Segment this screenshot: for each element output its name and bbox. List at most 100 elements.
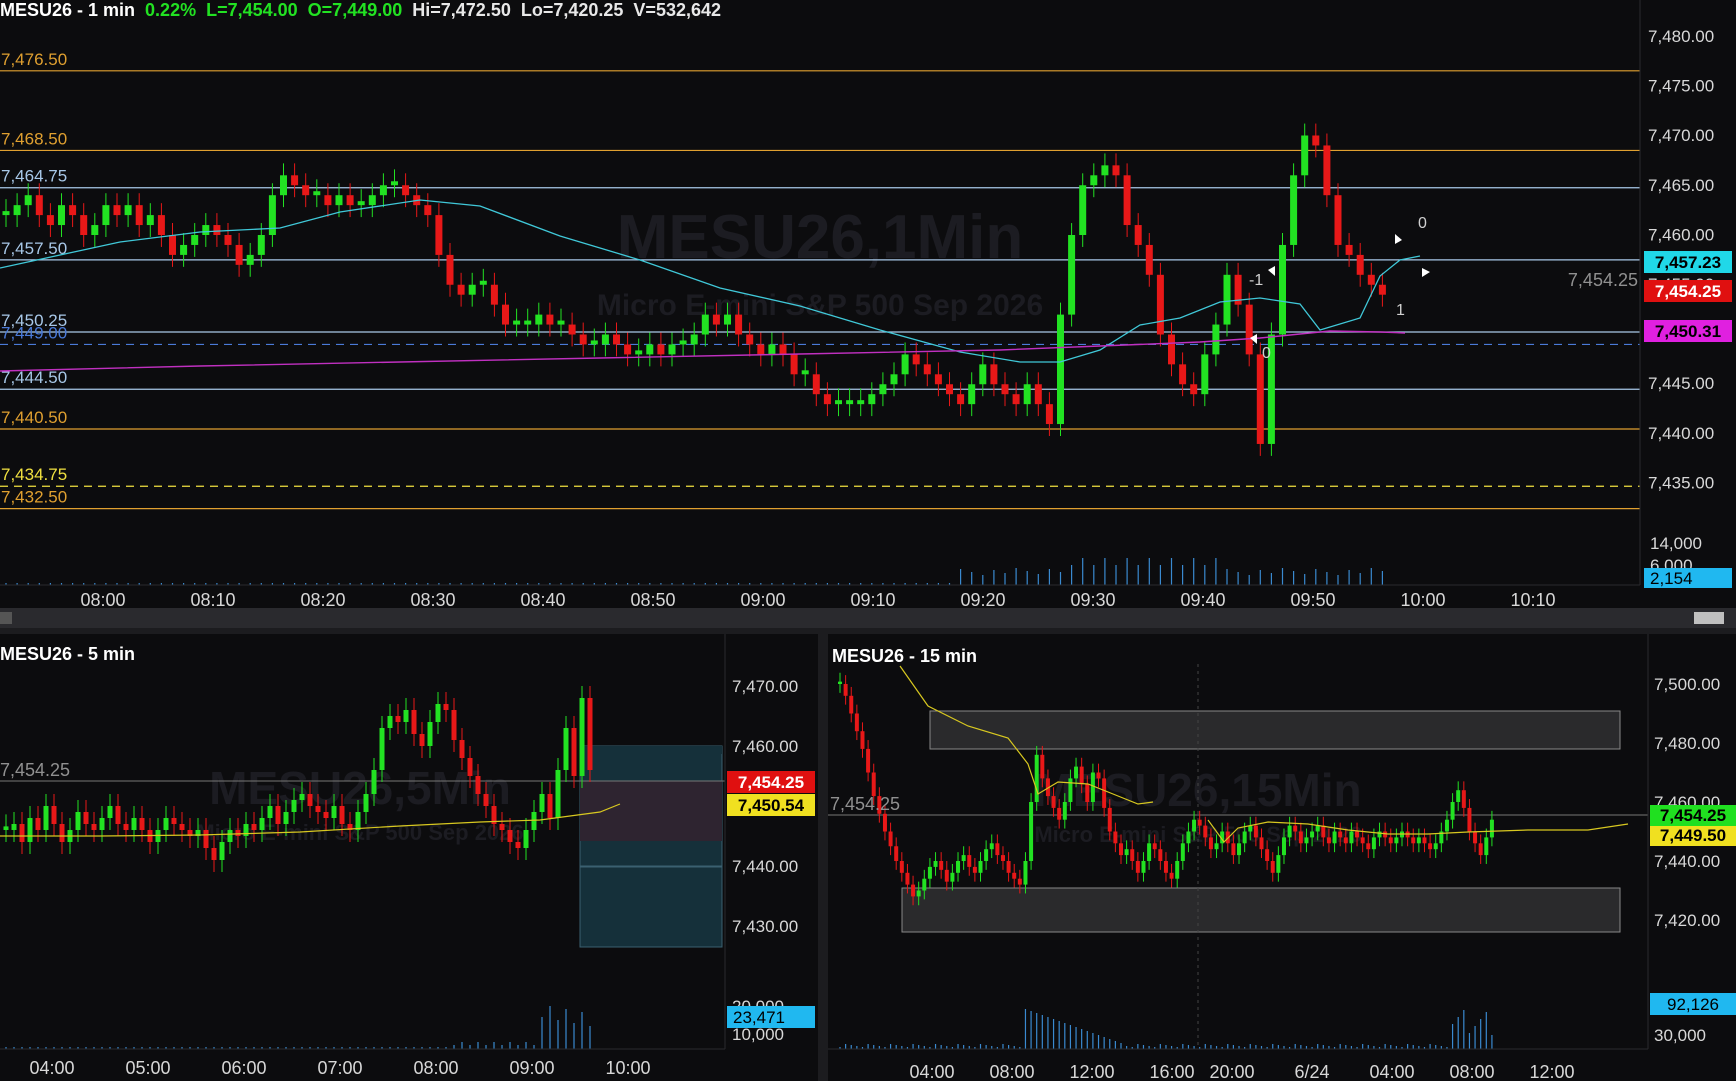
- candle[interactable]: [1000, 855, 1005, 861]
- candle[interactable]: [1411, 837, 1416, 844]
- candle[interactable]: [1332, 831, 1337, 844]
- candle[interactable]: [916, 890, 921, 897]
- candle[interactable]: [911, 884, 916, 897]
- candle[interactable]: [13, 205, 21, 216]
- candle[interactable]: [146, 215, 154, 226]
- candle[interactable]: [479, 280, 487, 285]
- candle[interactable]: [1290, 175, 1298, 245]
- candle[interactable]: [1023, 861, 1028, 885]
- candle[interactable]: [835, 400, 842, 405]
- candle[interactable]: [846, 400, 854, 405]
- demand-zone[interactable]: [901, 887, 1621, 933]
- candle[interactable]: [899, 861, 904, 873]
- candle[interactable]: [131, 818, 137, 830]
- candle[interactable]: [823, 394, 831, 405]
- candle[interactable]: [1444, 819, 1449, 832]
- candle[interactable]: [123, 824, 129, 830]
- candle[interactable]: [1085, 784, 1090, 802]
- candle[interactable]: [1371, 837, 1376, 850]
- candle[interactable]: [113, 205, 121, 216]
- candle[interactable]: [368, 195, 376, 206]
- candle[interactable]: [1242, 831, 1247, 844]
- candle[interactable]: [211, 848, 217, 860]
- candle[interactable]: [1107, 807, 1112, 832]
- candle[interactable]: [1034, 384, 1042, 405]
- candle[interactable]: [1367, 274, 1375, 285]
- candle[interactable]: [203, 830, 209, 848]
- candle[interactable]: [1293, 825, 1298, 832]
- candle[interactable]: [905, 872, 910, 885]
- candle[interactable]: [1323, 145, 1331, 196]
- candle[interactable]: [1326, 837, 1331, 844]
- candle[interactable]: [539, 794, 545, 812]
- candle[interactable]: [283, 812, 289, 824]
- candle[interactable]: [882, 813, 887, 832]
- candle[interactable]: [1096, 772, 1101, 779]
- candle[interactable]: [357, 201, 365, 206]
- candle[interactable]: [213, 225, 221, 235]
- candle[interactable]: [202, 225, 210, 235]
- candle[interactable]: [424, 205, 432, 216]
- candle[interactable]: [779, 344, 787, 355]
- candle[interactable]: [1422, 837, 1427, 844]
- candle[interactable]: [1040, 754, 1045, 779]
- candle[interactable]: [1315, 825, 1320, 832]
- candle[interactable]: [275, 806, 281, 824]
- candle[interactable]: [1123, 175, 1131, 226]
- candle[interactable]: [646, 344, 654, 355]
- candle[interactable]: [946, 384, 953, 395]
- candle[interactable]: [1245, 304, 1253, 355]
- candle[interactable]: [1248, 825, 1253, 832]
- candle[interactable]: [1304, 837, 1309, 844]
- candle[interactable]: [635, 350, 643, 355]
- candle[interactable]: [968, 384, 976, 405]
- candle[interactable]: [1175, 861, 1180, 879]
- candle[interactable]: [69, 205, 77, 216]
- candle[interactable]: [587, 698, 593, 770]
- candle[interactable]: [315, 806, 321, 812]
- candle[interactable]: [1360, 837, 1365, 844]
- candle[interactable]: [435, 215, 443, 255]
- candle[interactable]: [1416, 837, 1421, 844]
- candle[interactable]: [1023, 384, 1031, 405]
- candle[interactable]: [712, 314, 720, 325]
- candle[interactable]: [1197, 819, 1202, 826]
- candle[interactable]: [1186, 831, 1191, 844]
- candle[interactable]: [934, 374, 942, 385]
- candle[interactable]: [1190, 384, 1198, 395]
- candle[interactable]: [235, 244, 243, 265]
- candle[interactable]: [331, 806, 337, 818]
- candle[interactable]: [299, 794, 305, 800]
- candle[interactable]: [1301, 135, 1309, 176]
- candle[interactable]: [507, 830, 513, 842]
- supply-zone[interactable]: [929, 710, 1621, 750]
- candle[interactable]: [443, 704, 449, 710]
- candle[interactable]: [1012, 872, 1017, 879]
- chart-5min-pane[interactable]: MESU26 - 5 min MESU26,5Min Micro E-mini …: [0, 634, 818, 1081]
- candle[interactable]: [1355, 831, 1360, 838]
- candle[interactable]: [1124, 849, 1129, 856]
- candle[interactable]: [483, 794, 489, 806]
- chart-1min-pane[interactable]: MESU26 - 1 min 0.22% L=7,454.00 O=7,449.00 H…: [0, 0, 1736, 608]
- candle[interactable]: [690, 334, 698, 345]
- candle[interactable]: [1298, 831, 1303, 844]
- candle[interactable]: [1310, 831, 1315, 838]
- candle[interactable]: [956, 861, 961, 873]
- candle[interactable]: [860, 731, 865, 749]
- candle[interactable]: [43, 806, 49, 830]
- candle[interactable]: [524, 320, 532, 325]
- candle[interactable]: [1338, 831, 1343, 838]
- candle[interactable]: [1163, 861, 1168, 873]
- candle[interactable]: [46, 215, 54, 226]
- candle[interactable]: [139, 818, 145, 830]
- candle[interactable]: [1201, 354, 1209, 395]
- candle[interactable]: [871, 772, 876, 797]
- candle[interactable]: [1456, 790, 1461, 802]
- candle[interactable]: [1388, 837, 1393, 844]
- candle[interactable]: [307, 794, 313, 806]
- candle[interactable]: [446, 254, 454, 285]
- candle[interactable]: [468, 284, 476, 295]
- candle[interactable]: [224, 235, 232, 245]
- candle[interactable]: [246, 254, 254, 265]
- candle[interactable]: [419, 734, 425, 746]
